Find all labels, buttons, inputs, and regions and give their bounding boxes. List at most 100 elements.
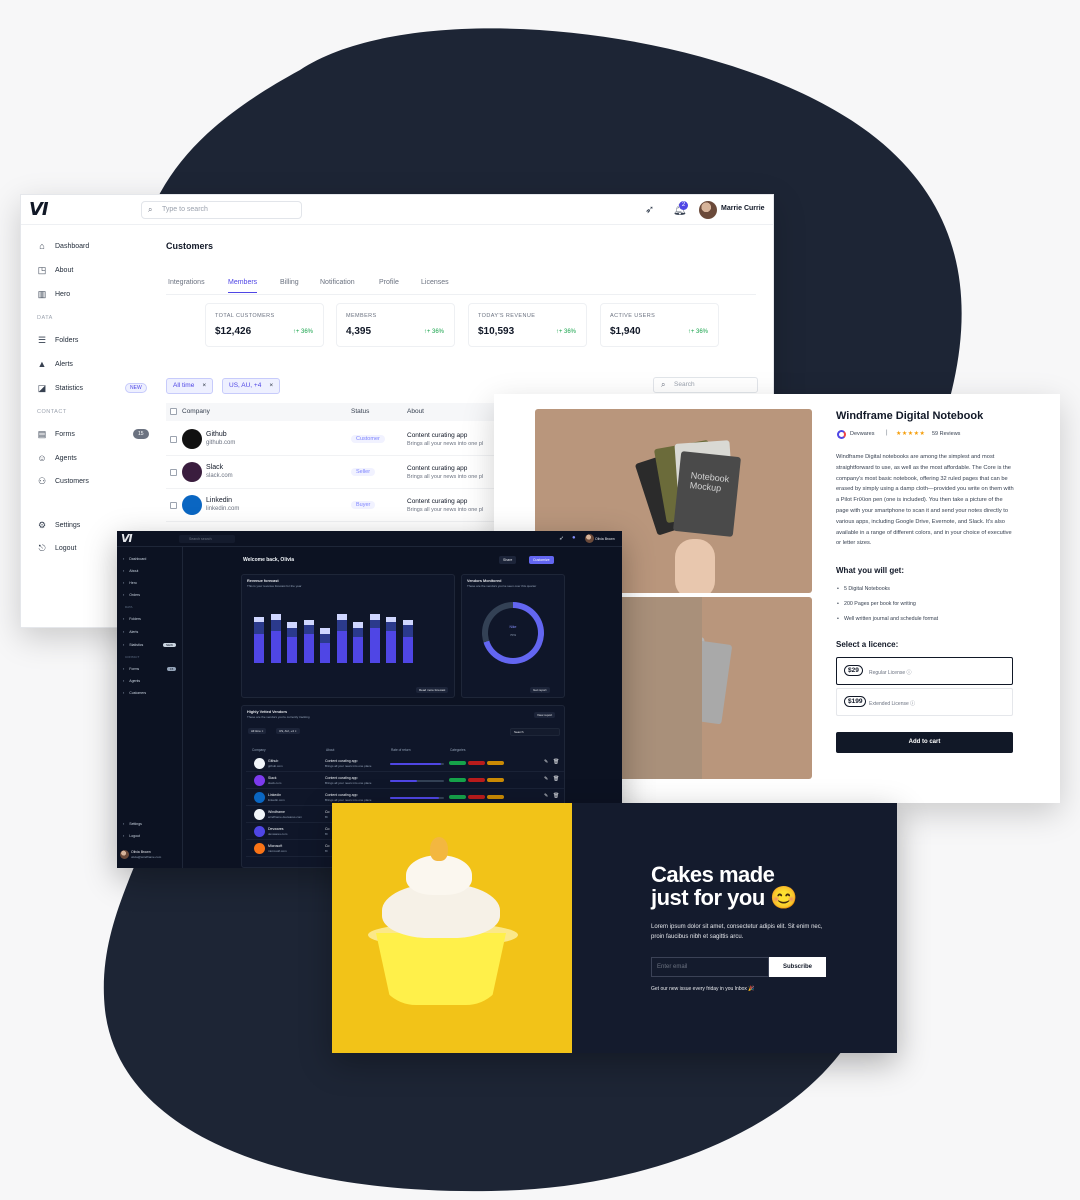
trash-icon[interactable]: 🗑︎ xyxy=(553,759,559,765)
tab-licenses[interactable]: Licenses xyxy=(421,279,449,292)
column-company[interactable]: Company xyxy=(252,748,266,752)
windframe-logo[interactable]: VI xyxy=(29,199,49,220)
tab-notification[interactable]: Notification xyxy=(320,279,355,292)
sidebar-section-data: DATA xyxy=(125,605,133,609)
company-logo-icon xyxy=(254,775,265,786)
row-checkbox[interactable] xyxy=(170,502,177,509)
bar-segment xyxy=(303,619,314,626)
sidebar-item-settings[interactable]: Settings xyxy=(123,822,142,826)
sidebar-item-forms[interactable]: Forms xyxy=(123,667,139,671)
revenue-bar xyxy=(336,605,347,663)
windframe-logo[interactable]: VI xyxy=(121,532,133,545)
bar-segment xyxy=(402,619,413,626)
tab-profile[interactable]: Profile xyxy=(379,279,399,292)
edit-icon[interactable]: ✎ xyxy=(544,776,548,782)
sidebar-item-alerts[interactable]: ▲ Alerts xyxy=(37,359,145,373)
review-count[interactable]: 59 Reviews xyxy=(932,431,960,437)
sidebar-item-statistics[interactable]: ◪ Statistics NEW xyxy=(37,383,147,397)
column-status[interactable]: Status xyxy=(351,408,369,415)
email-input[interactable]: Enter email xyxy=(651,957,769,977)
sidebar-item-statistics[interactable]: Statistics xyxy=(123,643,143,647)
filter-chip-region[interactable]: US, AU, +4 × xyxy=(222,378,281,394)
sidebar-item-forms[interactable]: ▤ Forms 15 xyxy=(37,429,149,443)
tab-billing[interactable]: Billing xyxy=(280,279,299,292)
sidebar-item-dashboard[interactable]: Dashboard xyxy=(123,557,146,561)
edit-icon[interactable]: ✎ xyxy=(544,759,548,765)
close-icon[interactable]: × xyxy=(269,382,273,389)
logout-icon: ⎋ xyxy=(38,543,46,553)
sidebar-item-folders[interactable]: ☰ Folders xyxy=(37,335,145,349)
sidebar-item-about[interactable]: About xyxy=(123,569,138,573)
user-avatar[interactable] xyxy=(699,201,717,219)
brand-name[interactable]: Devwares xyxy=(850,431,874,437)
stat-card-todays-revenue: TODAY'S REVENUE $10,593 ↑+ 36% xyxy=(468,303,587,347)
subscribe-button[interactable]: Subscribe xyxy=(769,957,826,977)
profile-avatar[interactable] xyxy=(120,850,129,859)
column-categories[interactable]: Categories xyxy=(450,748,465,752)
user-name[interactable]: Marrie Currie xyxy=(721,205,765,212)
tab-integrations[interactable]: Integrations xyxy=(168,279,205,292)
share-button[interactable]: Share xyxy=(499,556,517,564)
dark-top-navbar: VI Search search ➶ ● Olivia Brown xyxy=(117,531,622,547)
view-report-button[interactable]: View report xyxy=(534,712,556,718)
sidebar-item-hero[interactable]: Hero xyxy=(123,581,137,585)
licence-option-regular[interactable]: $29 Regular License ⓘ xyxy=(836,657,1013,685)
close-icon[interactable]: × xyxy=(202,382,206,389)
sidebar-section-data: DATA xyxy=(37,315,53,321)
gear-icon: ⚙ xyxy=(37,520,47,530)
column-about[interactable]: About xyxy=(326,748,334,752)
tab-members[interactable]: Members xyxy=(228,279,258,293)
send-icon[interactable]: ➶ xyxy=(645,203,654,216)
get-report-button[interactable]: Get report xyxy=(530,687,550,693)
category-tag xyxy=(468,795,485,799)
row-checkbox[interactable] xyxy=(170,436,177,443)
search-input[interactable]: ⌕ Type to search xyxy=(141,201,302,219)
table-row[interactable]: Github github.com Content curating app Brin… xyxy=(246,755,564,772)
stat-card-total-customers: TOTAL CUSTOMERS $12,426 ↑+ 36% xyxy=(205,303,324,347)
status-badge: Seller xyxy=(351,468,376,476)
edit-icon[interactable]: ✎ xyxy=(544,793,548,799)
profile-email: olivia@windframe.com xyxy=(131,855,162,859)
trash-icon[interactable]: 🗑︎ xyxy=(553,793,559,799)
column-company[interactable]: Company xyxy=(182,408,210,415)
revenue-bar xyxy=(369,605,380,663)
bell-icon[interactable]: ● xyxy=(572,535,576,541)
licence-option-extended[interactable]: $199 Extended License ⓘ xyxy=(836,688,1013,716)
row-checkbox[interactable] xyxy=(170,469,177,476)
category-tag xyxy=(468,778,485,782)
sidebar-item-logout[interactable]: Logout xyxy=(123,834,140,838)
notification-badge: 2 xyxy=(679,201,688,210)
read-more-forecast-button[interactable]: Read more forecast xyxy=(416,687,449,693)
column-rate-of-return[interactable]: Rate of return xyxy=(391,748,411,752)
user-avatar[interactable] xyxy=(585,534,594,543)
product-title: Windframe Digital Notebook xyxy=(836,410,984,422)
customize-button[interactable]: Customize xyxy=(529,556,554,564)
sidebar-item-customers[interactable]: Customers xyxy=(123,691,146,695)
add-to-cart-button[interactable]: Add to cart xyxy=(836,732,1013,753)
sidebar-item-agents[interactable]: Agents xyxy=(123,679,140,683)
filter-chip-all-time[interactable]: All time × xyxy=(248,728,267,734)
sidebar-item-alerts[interactable]: Alerts xyxy=(123,630,138,634)
sidebar-item-customers[interactable]: ⚇ Customers xyxy=(37,476,145,490)
sidebar-item-folders[interactable]: Folders xyxy=(123,617,141,621)
select-all-checkbox[interactable] xyxy=(170,408,177,415)
column-about[interactable]: About xyxy=(407,408,424,415)
filter-chip-region[interactable]: US, AU, +4 × xyxy=(276,728,300,734)
user-name[interactable]: Olivia Brown xyxy=(595,537,615,541)
vetted-search-input[interactable]: Search xyxy=(510,728,560,736)
bar-segment xyxy=(270,613,281,620)
sidebar-item-about[interactable]: ◳ About xyxy=(37,265,145,279)
send-icon[interactable]: ➶ xyxy=(559,535,564,542)
filter-chip-all-time[interactable]: All time × xyxy=(166,378,214,394)
dark-search-input[interactable]: Search search xyxy=(179,535,235,543)
bell-icon: ▲ xyxy=(37,359,47,369)
sidebar-item-hero[interactable]: ▥ Hero xyxy=(37,289,145,303)
table-row[interactable]: Slack slack.com Content curating app Brings… xyxy=(246,772,564,789)
sidebar-item-orders[interactable]: Orders xyxy=(123,593,140,597)
sidebar-item-agents[interactable]: ☺ Agents xyxy=(37,453,145,467)
table-search-input[interactable]: ⌕ Search xyxy=(653,377,758,393)
trash-icon[interactable]: 🗑︎ xyxy=(553,776,559,782)
company-logo-icon xyxy=(254,758,265,769)
rate-fill xyxy=(390,797,439,799)
sidebar-item-dashboard[interactable]: ⌂ Dashboard xyxy=(37,241,145,255)
